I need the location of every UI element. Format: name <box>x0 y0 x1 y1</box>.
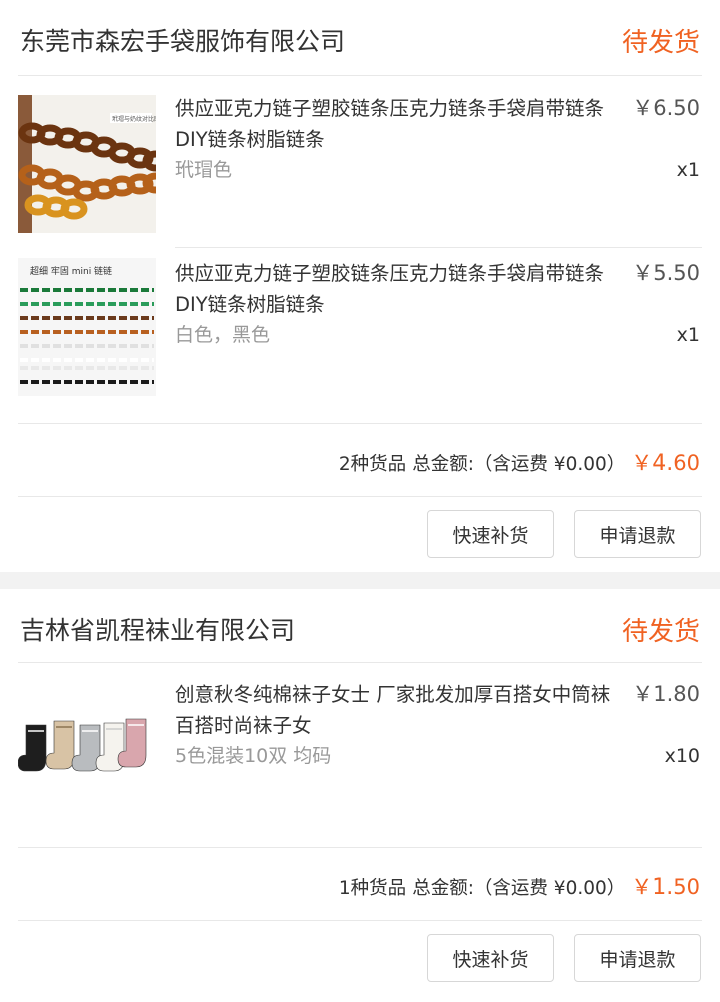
request-refund-button[interactable]: 申请退款 <box>574 934 701 982</box>
product-title[interactable]: 供应亚克力链子塑胶链条压克力链条手袋肩带链条DIY链条树脂链条 <box>175 258 620 320</box>
chain-image: 超细 牢固 mini 链链 <box>18 258 156 396</box>
divider <box>18 496 702 497</box>
divider <box>18 423 702 424</box>
svg-text:超细 牢固 mini 链链: 超细 牢固 mini 链链 <box>30 265 112 277</box>
shop-header[interactable]: 吉林省凯程袜业有限公司 待发货 <box>0 589 720 667</box>
socks-image <box>18 679 156 817</box>
product-item[interactable]: 超细 牢固 mini 链链 供应亚克力链子塑胶链条压克力链条手袋肩带链条DIY链… <box>0 258 720 423</box>
quick-restock-button[interactable]: 快速补货 <box>427 934 554 982</box>
product-thumbnail[interactable] <box>18 679 156 817</box>
product-quantity: x1 <box>676 324 700 346</box>
item-count: 1种货品 <box>338 878 407 899</box>
product-item[interactable]: 玳瑁与奶纹对比图 供应亚克力链子塑胶链条压克力链条手袋肩带链条DIY链条树脂链条… <box>0 93 720 258</box>
quick-restock-button[interactable]: 快速补货 <box>427 510 554 558</box>
chain-image: 玳瑁与奶纹对比图 <box>18 95 156 233</box>
order-summary: 1种货品 总金额:（含运费 ¥0.00） ￥1.50 <box>339 871 700 901</box>
divider <box>18 75 702 76</box>
order-total: ￥4.60 <box>631 451 700 476</box>
shop-name[interactable]: 吉林省凯程袜业有限公司 <box>20 611 295 647</box>
product-quantity: x10 <box>664 745 700 767</box>
order-card: 东莞市森宏手袋服饰有限公司 待发货 玳瑁与奶纹对比图 供应亚克力链子塑胶链条压克… <box>0 0 720 572</box>
product-price: ￥6.50 <box>632 96 700 120</box>
product-title[interactable]: 创意秋冬纯棉袜子女士 厂家批发加厚百搭女中筒袜 百搭时尚袜子女 <box>175 679 620 741</box>
order-total: ￥1.50 <box>631 875 700 900</box>
product-item[interactable]: 创意秋冬纯棉袜子女士 厂家批发加厚百搭女中筒袜 百搭时尚袜子女 ￥1.80 5色… <box>0 679 720 844</box>
order-status: 待发货 <box>621 617 700 647</box>
item-count: 2种货品 <box>338 454 407 475</box>
divider <box>175 247 702 248</box>
product-spec: 5色混装10双 均码 <box>175 745 332 767</box>
divider <box>18 920 702 921</box>
product-spec: 玳瑁色 <box>175 159 233 181</box>
product-price: ￥1.80 <box>632 682 700 706</box>
product-thumbnail[interactable]: 玳瑁与奶纹对比图 <box>18 95 156 233</box>
total-label: 总金额:（含运费 ¥0.00） <box>412 878 626 899</box>
divider <box>18 847 702 848</box>
product-title[interactable]: 供应亚克力链子塑胶链条压克力链条手袋肩带链条DIY链条树脂链条 <box>175 93 620 155</box>
product-quantity: x1 <box>676 159 700 181</box>
shop-header[interactable]: 东莞市森宏手袋服饰有限公司 待发货 <box>0 0 720 78</box>
divider <box>18 662 702 663</box>
product-price: ￥5.50 <box>632 261 700 285</box>
shop-name[interactable]: 东莞市森宏手袋服饰有限公司 <box>20 22 345 58</box>
product-spec: 白色，黑色 <box>175 324 271 346</box>
order-summary: 2种货品 总金额:（含运费 ¥0.00） ￥4.60 <box>339 447 700 477</box>
request-refund-button[interactable]: 申请退款 <box>574 510 701 558</box>
order-status: 待发货 <box>621 28 700 58</box>
svg-text:玳瑁与奶纹对比图: 玳瑁与奶纹对比图 <box>112 115 156 123</box>
product-thumbnail[interactable]: 超细 牢固 mini 链链 <box>18 258 156 396</box>
total-label: 总金额:（含运费 ¥0.00） <box>412 454 626 475</box>
order-card: 吉林省凯程袜业有限公司 待发货 创意秋冬纯棉袜子女士 厂家批发加厚百搭女中筒袜 … <box>0 589 720 1002</box>
